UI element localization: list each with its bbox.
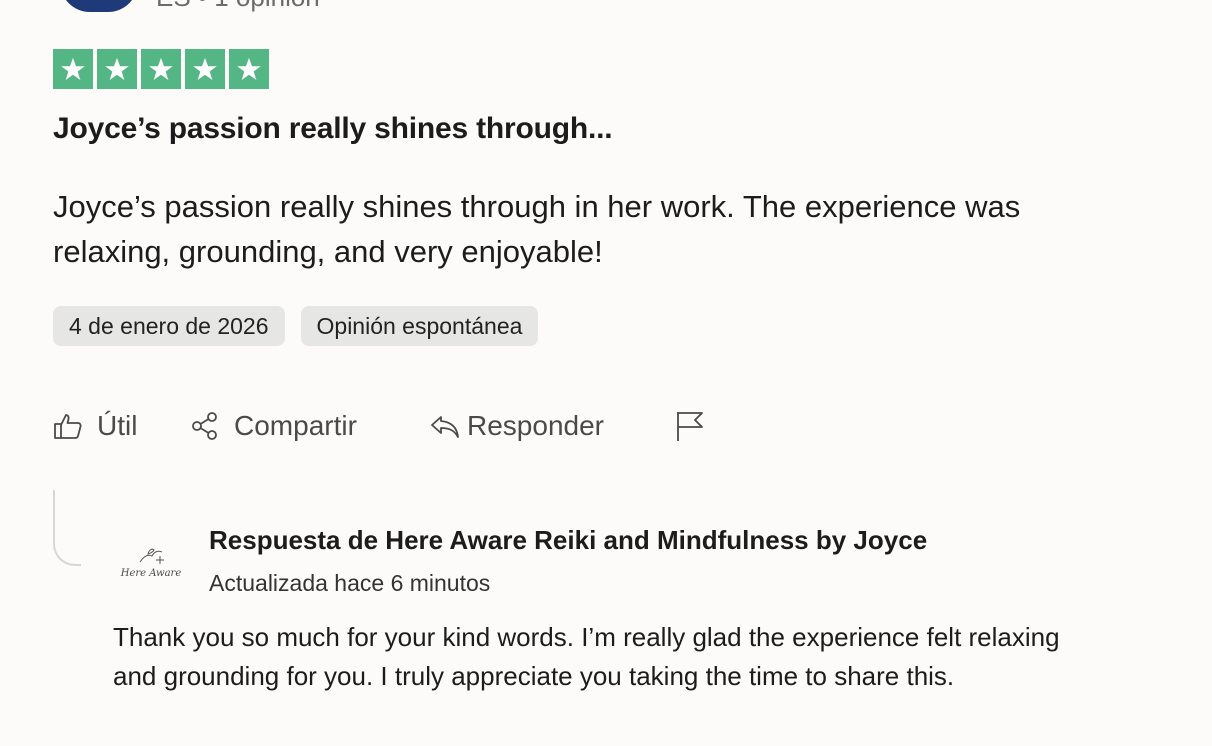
review-type-chip[interactable]: Opinión espontánea: [300, 306, 539, 346]
thumbs-up-icon: [53, 411, 83, 441]
star-icon: [53, 49, 93, 89]
star-icon: [97, 49, 137, 89]
report-button[interactable]: [675, 404, 705, 448]
reply-timestamp: Actualizada hace 6 minutos: [209, 570, 491, 596]
star-rating: [53, 49, 269, 89]
share-label: Compartir: [234, 410, 357, 441]
reviewer-header: ES • 1 opinión: [60, 0, 320, 12]
reply-connector: [53, 490, 81, 566]
star-icon: [229, 49, 269, 89]
share-button[interactable]: Compartir: [190, 404, 357, 448]
reply-icon: [429, 411, 461, 441]
useful-button[interactable]: Útil: [53, 404, 137, 448]
business-logo-text: Here Aware: [120, 567, 182, 579]
reply-button[interactable]: Responder: [429, 404, 604, 448]
review-title: Joyce’s passion really shines through...: [53, 112, 613, 145]
reviewer-meta: ES • 1 opinión: [156, 0, 320, 13]
star-icon: [141, 49, 181, 89]
review-actions: Útil Compartir Responder: [53, 404, 753, 448]
share-icon: [190, 411, 220, 441]
review-body: Joyce’s passion really shines through in…: [53, 189, 1021, 269]
flag-icon: [675, 409, 705, 443]
reply-title: Respuesta de Here Aware Reiki and Mindfu…: [209, 525, 928, 555]
review-date-chip: 4 de enero de 2026: [53, 306, 285, 346]
reply-label: Responder: [467, 410, 604, 441]
reviewer-avatar[interactable]: [60, 0, 138, 12]
review-chips: 4 de enero de 2026 Opinión espontánea: [53, 306, 539, 346]
business-logo[interactable]: Here Aware: [118, 536, 184, 586]
useful-label: Útil: [97, 410, 138, 441]
reply-body: Thank you so much for your kind words. I…: [113, 622, 1060, 691]
star-icon: [185, 49, 225, 89]
